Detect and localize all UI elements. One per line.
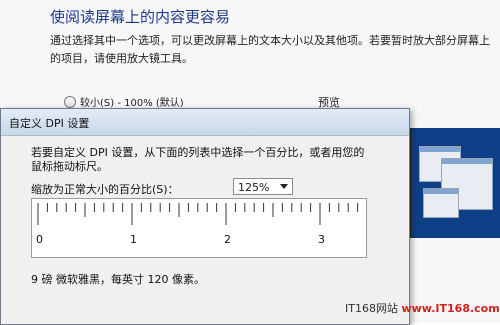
background-page-title: 使阅读屏幕上的内容更容易 [50, 8, 231, 26]
radio-option-label: 较小(S) - 100% (默认) [80, 98, 184, 109]
custom-dpi-dialog: 自定义 DPI 设置 若要自定义 DPI 设置，从下面的列表中选择一个百分比，或… [0, 108, 410, 325]
instruction-text: 若要自定义 DPI 设置，从下面的列表中选择一个百分比，或者用您的鼠标拖动标尺。 [31, 146, 365, 173]
ruler-label: 3 [318, 233, 325, 246]
watermark: IT168网站 www.IT168.com [345, 300, 500, 316]
background-description: 通过选择其中一个选项，可以更改屏幕上的文本大小以及其他项。若要暂时放大部分屏幕上… [50, 34, 490, 65]
ruler-label: 2 [224, 233, 231, 246]
watermark-url: www.IT168.com [401, 302, 500, 315]
scale-percentage-label: 缩放为正常大小的百分比(S)： [31, 183, 179, 196]
scale-percentage-value: 125% [238, 181, 270, 194]
dialog-title-bar[interactable]: 自定义 DPI 设置 [1, 109, 409, 136]
font-info-text: 9 磅 微软雅黑，每英寸 120 像素。 [31, 273, 205, 286]
radio-icon[interactable] [64, 95, 76, 108]
radio-option-smaller[interactable]: 较小(S) - 100% (默认) [64, 94, 184, 109]
dialog-body: 若要自定义 DPI 设置，从下面的列表中选择一个百分比，或者用您的鼠标拖动标尺。… [1, 136, 409, 324]
dpi-ruler[interactable]: 0 1 2 3 [31, 198, 367, 258]
watermark-site-name: IT168网站 [345, 302, 398, 315]
preview-image [410, 128, 500, 238]
chevron-down-icon[interactable] [280, 184, 288, 189]
dialog-title: 自定义 DPI 设置 [9, 117, 90, 130]
scale-percentage-select[interactable]: 125% [233, 178, 293, 195]
ruler-label: 1 [130, 233, 137, 246]
ruler-graphic: 0 1 2 3 [36, 203, 359, 246]
ruler-label: 0 [36, 233, 43, 246]
preview-window [423, 188, 459, 218]
